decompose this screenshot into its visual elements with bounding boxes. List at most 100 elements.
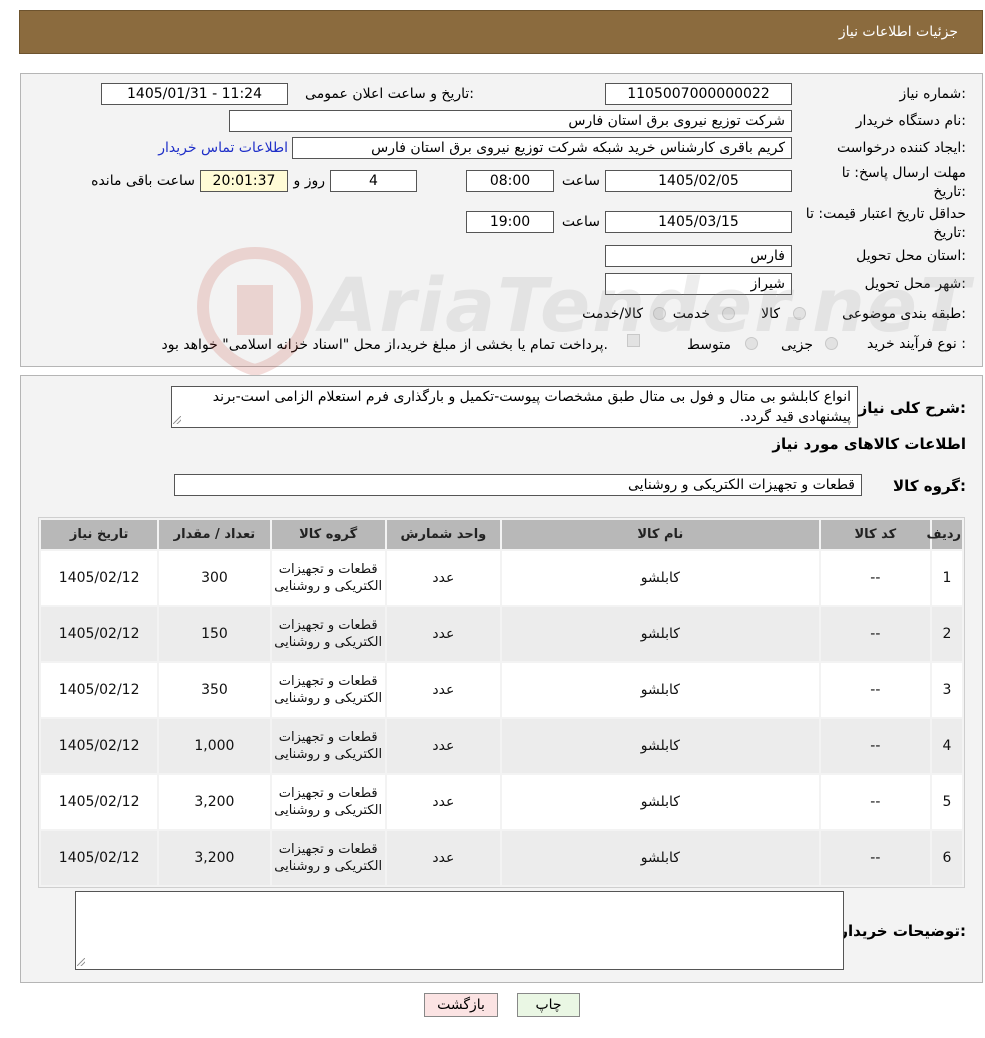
- cell-quantity: 1,000: [159, 719, 270, 773]
- deadline-label: مهلت ارسال پاسخ: تا تاریخ:: [841, 165, 966, 200]
- description-textarea[interactable]: انواع کابلشو بی متال و فول بی متال طبق م…: [171, 386, 858, 428]
- cell-name: کابلشو: [502, 663, 819, 717]
- cell-code: --: [820, 663, 930, 717]
- cell-row-number: 3: [931, 663, 962, 717]
- process-option-medium: متوسط: [687, 337, 731, 353]
- page-header: جزئیات اطلاعات نیاز: [19, 10, 983, 54]
- table-row: 3 -- کابلشو عدد قطعات و تجهیزات الکتریکی…: [41, 663, 962, 717]
- process-radio-minor[interactable]: [825, 337, 838, 350]
- category-radio-service[interactable]: [722, 307, 735, 320]
- cell-need-date: 1405/02/12: [41, 719, 158, 773]
- col-header-quantity: تعداد / مقدار: [159, 520, 270, 549]
- buyer-notes-textarea[interactable]: [75, 891, 844, 970]
- resize-grip-icon[interactable]: [77, 958, 85, 966]
- cell-name: کابلشو: [502, 831, 819, 885]
- goods-table: ردیف کد کالا نام کالا واحد شمارش گروه کا…: [38, 517, 965, 888]
- deadline-time-field: 08:00: [466, 170, 554, 192]
- cell-quantity: 300: [159, 551, 270, 605]
- cell-unit: عدد: [386, 607, 501, 661]
- cell-unit: عدد: [386, 551, 501, 605]
- cell-name: کابلشو: [502, 551, 819, 605]
- table-row: 1 -- کابلشو عدد قطعات و تجهیزات الکتریکی…: [41, 551, 962, 605]
- cell-quantity: 150: [159, 607, 270, 661]
- deadline-date-field: 1405/02/05: [605, 170, 792, 192]
- process-option-minor: جزیی: [781, 337, 813, 353]
- cell-name: کابلشو: [502, 775, 819, 829]
- cell-row-number: 6: [931, 831, 962, 885]
- deadline-time-label: ساعت: [561, 173, 600, 189]
- price-validity-date-field: 1405/03/15: [605, 211, 792, 233]
- category-label: طبقه بندی موضوعی:: [842, 306, 966, 322]
- city-field: شیراز: [605, 273, 792, 295]
- col-header-name: نام کالا: [502, 520, 819, 549]
- cell-code: --: [820, 775, 930, 829]
- province-field: فارس: [605, 245, 792, 267]
- resize-grip-icon[interactable]: [173, 416, 181, 424]
- cell-group: قطعات و تجهیزات الکتریکی و روشنایی: [271, 607, 385, 661]
- cell-row-number: 4: [931, 719, 962, 773]
- table-header-row: ردیف کد کالا نام کالا واحد شمارش گروه کا…: [41, 520, 962, 549]
- page-title: جزئیات اطلاعات نیاز: [838, 24, 958, 40]
- category-radio-goods-service[interactable]: [653, 307, 666, 320]
- cell-quantity: 3,200: [159, 831, 270, 885]
- price-validity-label: حداقل تاریخ اعتبار قیمت: تا تاریخ:: [805, 206, 966, 241]
- category-option-goods: کالا: [761, 306, 780, 322]
- days-label: روز و: [293, 173, 326, 189]
- category-option-service: خدمت: [672, 306, 710, 322]
- buyer-notes-label: توضیحات خریدار:: [839, 922, 966, 940]
- goods-group-field: قطعات و تجهیزات الکتریکی و روشنایی: [174, 474, 862, 496]
- table-row: 2 -- کابلشو عدد قطعات و تجهیزات الکتریکی…: [41, 607, 962, 661]
- cell-need-date: 1405/02/12: [41, 551, 158, 605]
- cell-unit: عدد: [386, 719, 501, 773]
- cell-code: --: [820, 607, 930, 661]
- treasury-checkbox[interactable]: [627, 334, 640, 347]
- cell-need-date: 1405/02/12: [41, 775, 158, 829]
- goods-group-label: گروه کالا:: [893, 477, 966, 495]
- creator-label: ایجاد کننده درخواست:: [837, 140, 966, 156]
- cell-code: --: [820, 551, 930, 605]
- col-header-need-date: تاریخ نیاز: [41, 520, 158, 549]
- need-number-label: شماره نیاز:: [899, 86, 966, 102]
- back-button[interactable]: بازگشت: [424, 993, 498, 1017]
- cell-unit: عدد: [386, 663, 501, 717]
- process-label: نوع فرآیند خرید :: [867, 336, 966, 352]
- cell-unit: عدد: [386, 775, 501, 829]
- col-header-unit: واحد شمارش: [386, 520, 501, 549]
- remaining-label: ساعت باقی مانده: [91, 173, 195, 189]
- cell-need-date: 1405/02/12: [41, 607, 158, 661]
- goods-section-title: اطلاعات کالاهای مورد نیاز: [772, 435, 966, 453]
- cell-code: --: [820, 719, 930, 773]
- buyer-contact-link[interactable]: اطلاعات تماس خریدار: [158, 140, 288, 156]
- table-row: 5 -- کابلشو عدد قطعات و تجهیزات الکتریکی…: [41, 775, 962, 829]
- cell-code: --: [820, 831, 930, 885]
- need-number-field: 1105007000000022: [605, 83, 792, 105]
- cell-group: قطعات و تجهیزات الکتریکی و روشنایی: [271, 831, 385, 885]
- cell-unit: عدد: [386, 831, 501, 885]
- announce-datetime-field: 1405/01/31 - 11:24: [101, 83, 288, 105]
- cell-row-number: 1: [931, 551, 962, 605]
- cell-group: قطعات و تجهیزات الکتریکی و روشنایی: [271, 775, 385, 829]
- price-validity-time-label: ساعت: [561, 214, 600, 230]
- description-label: شرح کلی نیاز:: [858, 399, 966, 417]
- cell-row-number: 5: [931, 775, 962, 829]
- buyer-org-label: نام دستگاه خریدار:: [855, 113, 966, 129]
- table-row: 6 -- کابلشو عدد قطعات و تجهیزات الکتریکی…: [41, 831, 962, 885]
- announce-label: تاریخ و ساعت اعلان عمومی:: [305, 86, 474, 102]
- cell-name: کابلشو: [502, 607, 819, 661]
- days-field: 4: [330, 170, 417, 192]
- cell-quantity: 3,200: [159, 775, 270, 829]
- col-header-group: گروه کالا: [271, 520, 385, 549]
- cell-group: قطعات و تجهیزات الکتریکی و روشنایی: [271, 663, 385, 717]
- process-radio-medium[interactable]: [745, 337, 758, 350]
- cell-need-date: 1405/02/12: [41, 663, 158, 717]
- cell-group: قطعات و تجهیزات الکتریکی و روشنایی: [271, 719, 385, 773]
- print-button[interactable]: چاپ: [517, 993, 580, 1017]
- province-label: استان محل تحویل:: [856, 248, 966, 264]
- creator-field: کریم باقری کارشناس خرید شبکه شرکت توزیع …: [292, 137, 792, 159]
- col-header-row-number: ردیف: [926, 520, 962, 549]
- cell-name: کابلشو: [502, 719, 819, 773]
- buyer-org-field: شرکت توزیع نیروی برق استان فارس: [229, 110, 792, 132]
- category-radio-goods[interactable]: [793, 307, 806, 320]
- countdown-field: 20:01:37: [200, 170, 288, 192]
- table-row: 4 -- کابلشو عدد قطعات و تجهیزات الکتریکی…: [41, 719, 962, 773]
